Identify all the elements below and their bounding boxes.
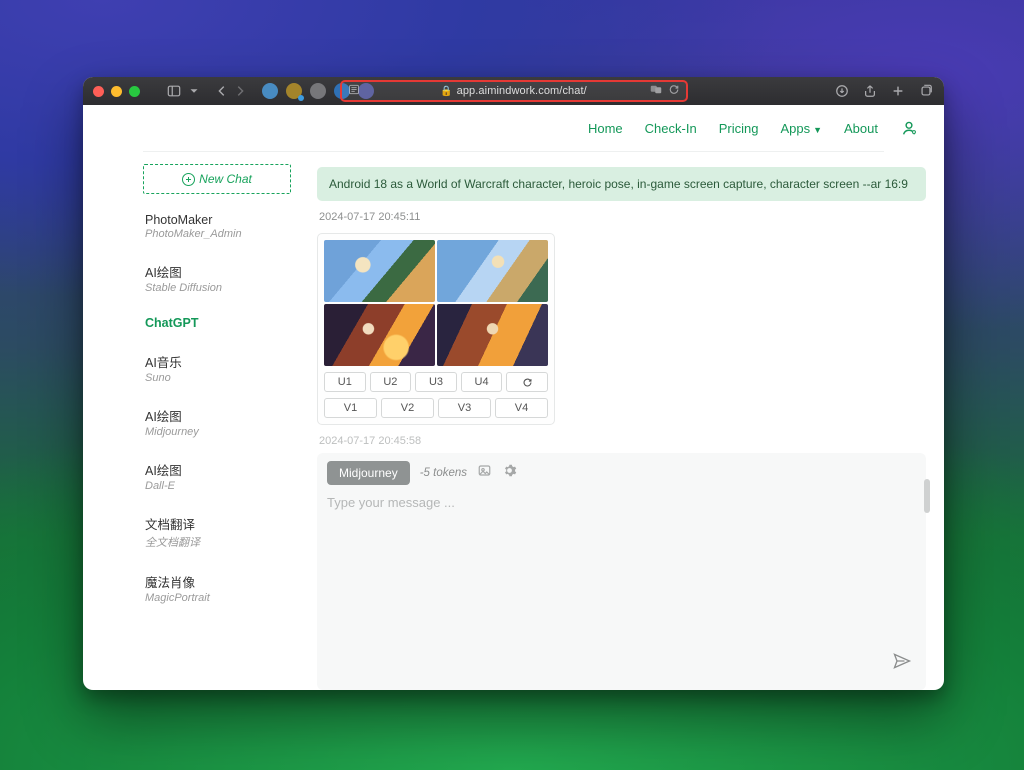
sidebar-item-title: AI绘图	[145, 262, 289, 281]
sidebar: New Chat PhotoMaker PhotoMaker_Admin AI绘…	[143, 164, 291, 690]
extension-icon[interactable]	[262, 83, 278, 99]
translate-icon[interactable]	[650, 84, 662, 99]
sidebar-item-sub: Midjourney	[145, 426, 289, 438]
sidebar-item-suno[interactable]: AI音乐 Suno	[143, 341, 291, 395]
user-menu-icon[interactable]	[900, 119, 918, 137]
result-thumbnail[interactable]	[324, 240, 435, 302]
new-chat-label: New Chat	[199, 172, 252, 186]
v3-button[interactable]: V3	[438, 398, 491, 418]
nav-home[interactable]: Home	[588, 121, 623, 136]
minimize-window-button[interactable]	[111, 86, 122, 97]
sidebar-item-sub: Suno	[145, 372, 289, 384]
variation-row: V1 V2 V3 V4	[324, 398, 548, 418]
u3-button[interactable]: U3	[415, 372, 457, 392]
sidebar-item-title: 魔法肖像	[145, 572, 289, 591]
refresh-icon	[522, 377, 533, 388]
sidebar-item-photomaker[interactable]: PhotoMaker PhotoMaker_Admin	[143, 202, 291, 251]
upscale-row: U1 U2 U3 U4	[324, 372, 548, 392]
send-button[interactable]	[892, 651, 912, 676]
sidebar-toggle-icon[interactable]	[166, 83, 182, 99]
token-cost: -5 tokens	[420, 467, 467, 479]
browser-titlebar: 🔒 app.aimindwork.com/chat/	[83, 77, 944, 105]
image-result-card: U1 U2 U3 U4 V1 V2 V3 V4	[317, 233, 555, 425]
model-pill[interactable]: Midjourney	[327, 461, 410, 485]
sidebar-item-title: ChatGPT	[145, 316, 289, 330]
sidebar-item-title: 文档翻译	[145, 514, 289, 533]
tab-dropdown-icon[interactable]	[186, 83, 202, 99]
result-thumbnail[interactable]	[437, 304, 548, 366]
reroll-button[interactable]	[506, 372, 548, 392]
v4-button[interactable]: V4	[495, 398, 548, 418]
nav-checkin[interactable]: Check-In	[645, 121, 697, 136]
message-timestamp: 2024-07-17 20:45:11	[319, 211, 926, 223]
composer-toolbar: Midjourney -5 tokens	[327, 461, 916, 485]
extension-icon[interactable]	[310, 83, 326, 99]
settings-icon[interactable]	[502, 463, 517, 483]
nav-about[interactable]: About	[844, 121, 878, 136]
close-window-button[interactable]	[93, 86, 104, 97]
sidebar-item-chatgpt[interactable]: ChatGPT	[143, 305, 291, 341]
image-grid	[324, 240, 548, 366]
sidebar-item-doctranslate[interactable]: 文档翻译 全文档翻译	[143, 503, 291, 561]
result-thumbnail[interactable]	[437, 240, 548, 302]
sidebar-item-title: AI绘图	[145, 460, 289, 479]
zoom-window-button[interactable]	[129, 86, 140, 97]
sidebar-item-title: PhotoMaker	[145, 213, 289, 227]
nav-forward-button[interactable]	[232, 83, 248, 99]
attach-image-icon[interactable]	[477, 463, 492, 483]
composer: Midjourney -5 tokens	[317, 453, 926, 690]
tabs-overview-icon[interactable]	[918, 83, 934, 99]
window-controls	[93, 86, 140, 97]
chevron-down-icon: ▼	[813, 125, 822, 135]
new-chat-button[interactable]: New Chat	[143, 164, 291, 194]
downloads-icon[interactable]	[834, 83, 850, 99]
u4-button[interactable]: U4	[461, 372, 503, 392]
plus-icon	[182, 173, 195, 186]
main-column: Android 18 as a World of Warcraft charac…	[291, 164, 926, 690]
nav-pricing[interactable]: Pricing	[719, 121, 759, 136]
app-header: Home Check-In Pricing Apps▼ About	[83, 105, 944, 151]
sidebar-item-title: AI音乐	[145, 352, 289, 371]
address-bar[interactable]: 🔒 app.aimindwork.com/chat/	[340, 80, 688, 102]
lock-icon: 🔒	[440, 86, 452, 97]
sidebar-item-midjourney[interactable]: AI绘图 Midjourney	[143, 395, 291, 449]
user-prompt-bubble: Android 18 as a World of Warcraft charac…	[317, 167, 926, 201]
u2-button[interactable]: U2	[370, 372, 412, 392]
sidebar-item-sub: 全文档翻译	[145, 534, 289, 550]
app-body: New Chat PhotoMaker PhotoMaker_Admin AI绘…	[83, 152, 944, 690]
browser-window: 🔒 app.aimindwork.com/chat/	[83, 77, 944, 690]
nav-apps-label: Apps	[780, 121, 810, 136]
extension-icon[interactable]	[286, 83, 302, 99]
new-tab-icon[interactable]	[890, 83, 906, 99]
v1-button[interactable]: V1	[324, 398, 377, 418]
reload-icon[interactable]	[668, 84, 680, 99]
url-text: app.aimindwork.com/chat/	[457, 85, 587, 97]
sidebar-item-sub: PhotoMaker_Admin	[145, 228, 289, 240]
sidebar-item-title: AI绘图	[145, 406, 289, 425]
v2-button[interactable]: V2	[381, 398, 434, 418]
share-icon[interactable]	[862, 83, 878, 99]
reader-mode-icon[interactable]	[348, 84, 360, 99]
chat-scroll-thumb[interactable]	[924, 479, 930, 513]
nav-back-button[interactable]	[214, 83, 230, 99]
message-input[interactable]	[327, 495, 916, 680]
sidebar-item-sub: MagicPortrait	[145, 592, 289, 604]
u1-button[interactable]: U1	[324, 372, 366, 392]
result-thumbnail[interactable]	[324, 304, 435, 366]
sidebar-item-sub: Stable Diffusion	[145, 282, 289, 294]
nav-apps[interactable]: Apps▼	[780, 121, 822, 136]
message-timestamp: 2024-07-17 20:45:58	[319, 435, 926, 447]
sidebar-item-dalle[interactable]: AI绘图 Dall-E	[143, 449, 291, 503]
sidebar-item-magicportrait[interactable]: 魔法肖像 MagicPortrait	[143, 561, 291, 615]
sidebar-item-sd[interactable]: AI绘图 Stable Diffusion	[143, 251, 291, 305]
sidebar-item-sub: Dall-E	[145, 480, 289, 492]
